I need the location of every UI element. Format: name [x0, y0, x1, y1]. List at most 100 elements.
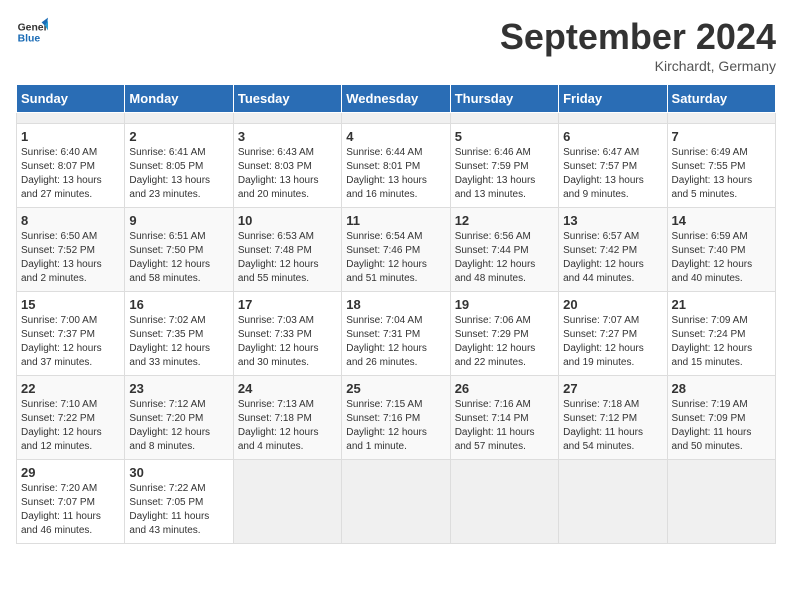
calendar-cell: 16 Sunrise: 7:02 AM Sunset: 7:35 PM Dayli… [125, 292, 233, 376]
calendar-cell: 30 Sunrise: 7:22 AM Sunset: 7:05 PM Dayli… [125, 460, 233, 544]
calendar-week-row: 1Sunrise: 6:40 AM Sunset: 8:07 PM Daylig… [17, 124, 776, 208]
calendar-cell: 24 Sunrise: 7:13 AM Sunset: 7:18 PM Dayli… [233, 376, 341, 460]
day-info: Sunrise: 6:54 AM Sunset: 7:46 PM Dayligh… [346, 230, 445, 286]
calendar-cell: 8Sunrise: 6:50 AM Sunset: 7:52 PM Daylig… [17, 208, 125, 292]
day-info: Sunrise: 6:41 AM Sunset: 8:05 PM Dayligh… [129, 146, 228, 202]
day-number: 14 [672, 213, 771, 228]
calendar-cell: 11 Sunrise: 6:54 AM Sunset: 7:46 PM Dayli… [342, 208, 450, 292]
logo: General Blue [16, 16, 48, 48]
day-info: Sunrise: 7:09 AM Sunset: 7:24 PM Dayligh… [672, 314, 771, 370]
calendar-cell: 4 Sunrise: 6:44 AM Sunset: 8:01 PM Daylig… [342, 124, 450, 208]
weekday-header-sunday: Sunday [17, 85, 125, 113]
day-info: Sunrise: 7:12 AM Sunset: 7:20 PM Dayligh… [129, 398, 228, 454]
day-info: Sunrise: 6:50 AM Sunset: 7:52 PM Dayligh… [21, 230, 120, 286]
calendar-cell: 3 Sunrise: 6:43 AM Sunset: 8:03 PM Daylig… [233, 124, 341, 208]
day-number: 21 [672, 297, 771, 312]
day-info: Sunrise: 7:02 AM Sunset: 7:35 PM Dayligh… [129, 314, 228, 370]
calendar-cell [450, 460, 558, 544]
calendar-cell: 6 Sunrise: 6:47 AM Sunset: 7:57 PM Daylig… [559, 124, 667, 208]
day-number: 20 [563, 297, 662, 312]
day-number: 23 [129, 381, 228, 396]
day-number: 7 [672, 129, 771, 144]
calendar-cell: 5Sunrise: 6:46 AM Sunset: 7:59 PM Daylig… [450, 124, 558, 208]
logo-icon: General Blue [16, 16, 48, 48]
calendar-cell: 14 Sunrise: 6:59 AM Sunset: 7:40 PM Dayli… [667, 208, 775, 292]
calendar-cell [233, 113, 341, 124]
calendar-cell [342, 460, 450, 544]
day-number: 4 [346, 129, 445, 144]
calendar-cell: 26 Sunrise: 7:16 AM Sunset: 7:14 PM Dayli… [450, 376, 558, 460]
day-info: Sunrise: 6:56 AM Sunset: 7:44 PM Dayligh… [455, 230, 554, 286]
day-number: 22 [21, 381, 120, 396]
day-number: 1 [21, 129, 120, 144]
calendar-cell: 12 Sunrise: 6:56 AM Sunset: 7:44 PM Dayli… [450, 208, 558, 292]
calendar-cell: 17Sunrise: 7:03 AM Sunset: 7:33 PM Dayli… [233, 292, 341, 376]
calendar-week-row [17, 113, 776, 124]
weekday-header-friday: Friday [559, 85, 667, 113]
calendar-week-row: 29Sunrise: 7:20 AM Sunset: 7:07 PM Dayli… [17, 460, 776, 544]
day-info: Sunrise: 7:22 AM Sunset: 7:05 PM Dayligh… [129, 482, 228, 538]
calendar-table: SundayMondayTuesdayWednesdayThursdayFrid… [16, 84, 776, 544]
calendar-cell: 21 Sunrise: 7:09 AM Sunset: 7:24 PM Dayli… [667, 292, 775, 376]
day-info: Sunrise: 7:16 AM Sunset: 7:14 PM Dayligh… [455, 398, 554, 454]
calendar-cell: 27Sunrise: 7:18 AM Sunset: 7:12 PM Dayli… [559, 376, 667, 460]
calendar-week-row: 15Sunrise: 7:00 AM Sunset: 7:37 PM Dayli… [17, 292, 776, 376]
calendar-cell: 18Sunrise: 7:04 AM Sunset: 7:31 PM Dayli… [342, 292, 450, 376]
calendar-cell [233, 460, 341, 544]
day-number: 30 [129, 465, 228, 480]
calendar-cell: 13Sunrise: 6:57 AM Sunset: 7:42 PM Dayli… [559, 208, 667, 292]
day-number: 26 [455, 381, 554, 396]
day-info: Sunrise: 6:49 AM Sunset: 7:55 PM Dayligh… [672, 146, 771, 202]
day-info: Sunrise: 7:07 AM Sunset: 7:27 PM Dayligh… [563, 314, 662, 370]
weekday-header-thursday: Thursday [450, 85, 558, 113]
calendar-cell [559, 460, 667, 544]
day-number: 24 [238, 381, 337, 396]
calendar-cell: 2 Sunrise: 6:41 AM Sunset: 8:05 PM Daylig… [125, 124, 233, 208]
day-number: 11 [346, 213, 445, 228]
title-block: September 2024 Kirchardt, Germany [500, 16, 776, 74]
svg-text:Blue: Blue [18, 34, 41, 45]
calendar-cell [125, 113, 233, 124]
day-info: Sunrise: 6:44 AM Sunset: 8:01 PM Dayligh… [346, 146, 445, 202]
day-number: 28 [672, 381, 771, 396]
day-info: Sunrise: 6:51 AM Sunset: 7:50 PM Dayligh… [129, 230, 228, 286]
calendar-cell: 29Sunrise: 7:20 AM Sunset: 7:07 PM Dayli… [17, 460, 125, 544]
calendar-cell [450, 113, 558, 124]
month-title: September 2024 [500, 16, 776, 58]
day-info: Sunrise: 6:43 AM Sunset: 8:03 PM Dayligh… [238, 146, 337, 202]
day-info: Sunrise: 7:04 AM Sunset: 7:31 PM Dayligh… [346, 314, 445, 370]
day-number: 5 [455, 129, 554, 144]
day-number: 12 [455, 213, 554, 228]
weekday-header-wednesday: Wednesday [342, 85, 450, 113]
day-number: 10 [238, 213, 337, 228]
page-header: General Blue September 2024 Kirchardt, G… [16, 16, 776, 74]
day-number: 3 [238, 129, 337, 144]
day-info: Sunrise: 6:59 AM Sunset: 7:40 PM Dayligh… [672, 230, 771, 286]
calendar-cell: 25Sunrise: 7:15 AM Sunset: 7:16 PM Dayli… [342, 376, 450, 460]
day-number: 6 [563, 129, 662, 144]
weekday-header-saturday: Saturday [667, 85, 775, 113]
day-info: Sunrise: 7:13 AM Sunset: 7:18 PM Dayligh… [238, 398, 337, 454]
calendar-week-row: 22Sunrise: 7:10 AM Sunset: 7:22 PM Dayli… [17, 376, 776, 460]
calendar-cell: 15Sunrise: 7:00 AM Sunset: 7:37 PM Dayli… [17, 292, 125, 376]
day-number: 15 [21, 297, 120, 312]
calendar-cell [667, 460, 775, 544]
day-number: 25 [346, 381, 445, 396]
day-number: 19 [455, 297, 554, 312]
day-number: 9 [129, 213, 228, 228]
calendar-cell [342, 113, 450, 124]
day-number: 29 [21, 465, 120, 480]
calendar-cell: 10 Sunrise: 6:53 AM Sunset: 7:48 PM Dayli… [233, 208, 341, 292]
calendar-cell [559, 113, 667, 124]
day-info: Sunrise: 6:53 AM Sunset: 7:48 PM Dayligh… [238, 230, 337, 286]
calendar-cell: 20 Sunrise: 7:07 AM Sunset: 7:27 PM Dayli… [559, 292, 667, 376]
location-subtitle: Kirchardt, Germany [500, 58, 776, 74]
day-info: Sunrise: 6:47 AM Sunset: 7:57 PM Dayligh… [563, 146, 662, 202]
day-number: 17 [238, 297, 337, 312]
calendar-cell [667, 113, 775, 124]
calendar-cell: 22Sunrise: 7:10 AM Sunset: 7:22 PM Dayli… [17, 376, 125, 460]
weekday-header-monday: Monday [125, 85, 233, 113]
weekday-header-tuesday: Tuesday [233, 85, 341, 113]
day-number: 16 [129, 297, 228, 312]
day-number: 2 [129, 129, 228, 144]
